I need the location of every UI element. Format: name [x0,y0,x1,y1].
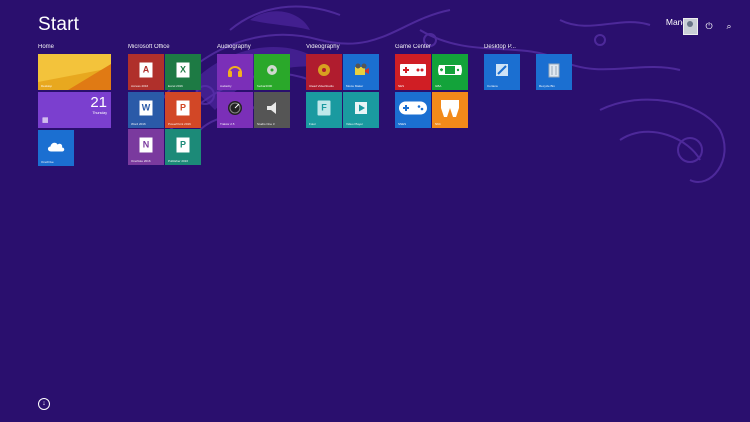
speaker-icon [267,101,276,114]
tile-label: N64 [435,122,441,126]
tile-label: foobar2000 [257,84,273,88]
music-disc-icon [267,64,277,75]
tile-label: Video Player [346,122,363,126]
tile-calendar[interactable]: 21 Thursday ▦ [38,92,111,128]
film-reel-icon [355,63,369,75]
onenote-icon: N [139,137,153,153]
tile-studio[interactable]: Studio One 3 [254,92,290,128]
headphones-icon [228,65,242,77]
tile-gba[interactable]: GBA [432,54,468,90]
calendar-day: 21 [90,94,107,111]
tile-label: SNES [398,122,407,126]
group-label-home[interactable]: Home [38,44,54,50]
publisher-icon: P [176,137,190,153]
tile-movie-maker[interactable]: Movie Maker [343,54,379,90]
tile-label: Access 2016 [131,84,149,88]
tile-traktor[interactable]: Traktor 2.5 [217,92,253,128]
excel-icon: X [176,62,190,78]
tile-label: PowerPoint 2016 [168,122,191,126]
page-title: Start [38,14,80,35]
tile-label: Fotor [309,122,317,126]
group-label-office[interactable]: Microsoft Office [128,44,170,50]
calendar-weekday: Thursday [92,111,107,115]
tile-label: Word 2016 [131,122,146,126]
fotor-icon: F [317,100,331,116]
tile-desktop[interactable]: Desktop [38,54,111,90]
recycle-bin-icon [548,63,560,78]
access-icon: A [139,62,153,78]
tile-nes[interactable]: NES [395,54,431,90]
word-icon: W [139,100,153,116]
tile-label: Recycle Bin [539,84,555,88]
tile-cortana[interactable]: Cortana [484,54,520,90]
tile-onedrive[interactable]: OneDrive [38,130,74,166]
tile-label: GBA [435,84,442,88]
tile-label: Audacity [220,84,232,88]
tile-label: NES [398,84,405,88]
tile-access[interactable]: A Access 2016 [128,54,164,90]
gba-icon [438,64,462,75]
tile-foobar[interactable]: foobar2000 [254,54,290,90]
group-label-video[interactable]: Videography [306,44,340,50]
tile-powerpoint[interactable]: P PowerPoint 2016 [165,92,201,128]
film-icon [318,63,330,76]
group-label-desktop[interactable]: Desktop P... [484,44,516,50]
tile-label: Cortana [487,84,498,88]
powerpoint-icon: P [176,100,190,116]
tile-n64[interactable]: N64 [432,92,468,128]
tile-publisher[interactable]: P Publisher 2016 [165,129,201,165]
group-label-audio[interactable]: Audiography [217,44,251,50]
tile-label: Movie Maker [346,84,364,88]
tile-recycle-bin[interactable]: Recycle Bin [536,54,572,90]
tile-label: Desktop [41,84,53,88]
tile-label: Studio One 3 [257,122,275,126]
tile-video-studio[interactable]: Ulead VideoStudio [306,54,342,90]
tile-label: OneDrive [41,160,54,164]
tile-video-player[interactable]: Video Player [343,92,379,128]
tile-onenote[interactable]: N OneNote 2016 [128,129,164,165]
snes-controller-icon [399,101,427,115]
tile-label: Publisher 2016 [168,159,189,163]
tile-label: OneNote 2016 [131,159,151,163]
tile-fotor[interactable]: F Fotor [306,92,342,128]
calendar-icon: ▦ [42,117,49,124]
tile-label: Ulead VideoStudio [309,84,334,88]
tile-audacity[interactable]: Audacity [217,54,253,90]
nes-controller-icon [400,63,426,76]
power-icon[interactable]: ⏻ [703,20,715,32]
tile-label: Traktor 2.5 [220,122,235,126]
search-icon[interactable]: ⌕ [723,20,735,32]
cloud-icon [47,142,65,152]
tile-word[interactable]: W Word 2016 [128,92,164,128]
group-label-games[interactable]: Game Center [395,44,431,50]
tile-excel[interactable]: X Excel 2016 [165,54,201,90]
app-icon [496,63,508,76]
tile-snes[interactable]: SNES [395,92,431,128]
turntable-icon [228,100,242,115]
avatar[interactable] [683,18,698,35]
n64-controller-icon [441,99,459,117]
tile-label: Excel 2016 [168,84,183,88]
play-icon [355,101,367,114]
down-arrow-icon[interactable]: ↓ [38,398,50,410]
